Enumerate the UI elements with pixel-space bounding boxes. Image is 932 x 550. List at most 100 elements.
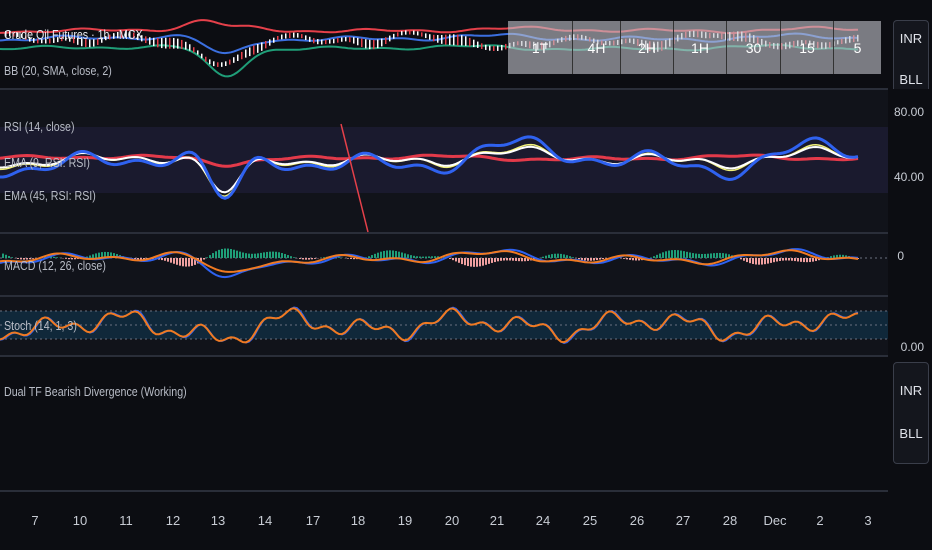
macd-histogram-bar [236, 250, 238, 258]
divergence-legend[interactable]: Dual TF Bearish Divergence (Working) [4, 384, 187, 399]
macd-histogram-bar [590, 258, 592, 261]
time-tick: 19 [397, 513, 413, 528]
macd-histogram-bar [776, 258, 778, 262]
macd-histogram-bar [218, 249, 220, 258]
macd-histogram-bar [374, 253, 376, 258]
candle [477, 41, 479, 48]
macd-histogram-bar [782, 258, 784, 261]
currency-button-bottom[interactable]: INR BLL [893, 362, 929, 464]
macd-histogram-bar [224, 248, 226, 258]
candle [377, 39, 379, 49]
candle [401, 31, 403, 36]
macd-line [0, 248, 859, 279]
macd-histogram-bar [368, 256, 370, 258]
macd-histogram-bar [242, 252, 244, 258]
candle [365, 39, 367, 49]
macd-histogram-bar [791, 258, 793, 261]
candle [249, 47, 251, 57]
macd-histogram-bar [761, 258, 763, 265]
candle [149, 37, 151, 45]
pane-divider[interactable] [0, 490, 932, 492]
bb-legend[interactable]: BB (20, SMA, close, 2) [4, 63, 112, 78]
candle [421, 32, 423, 37]
candle [265, 40, 267, 49]
ema9-legend[interactable]: EMA (9, RSI: RSI) [4, 155, 90, 170]
macd-histogram-bar [179, 258, 181, 266]
macd-histogram-bar [350, 258, 352, 260]
candle [465, 36, 467, 46]
candle [481, 43, 483, 49]
macd-histogram-bar [743, 258, 745, 261]
candle [393, 33, 395, 39]
macd-histogram-bar [314, 258, 316, 259]
macd-histogram-bar [719, 252, 721, 258]
macd-histogram-bar [401, 252, 403, 258]
macd-histogram-bar [698, 253, 700, 258]
macd-histogram-bar [764, 258, 766, 265]
macd-histogram-bar [788, 258, 790, 261]
macd-histogram-bar [392, 250, 394, 258]
candle [261, 42, 263, 51]
macd-histogram-bar [755, 258, 757, 265]
candle [409, 30, 411, 35]
candle [237, 54, 239, 61]
time-tick: 28 [722, 513, 738, 528]
candle [213, 61, 215, 67]
candle [157, 38, 159, 48]
candle [201, 53, 203, 59]
macd-histogram-bar [500, 258, 502, 261]
macd-histogram-bar [431, 256, 433, 258]
macd-histogram-bar [584, 258, 586, 261]
macd-histogram-bar [773, 258, 775, 263]
macd-histogram-bar [806, 258, 808, 263]
macd-histogram-bar [518, 258, 520, 262]
time-tick: 14 [257, 513, 273, 528]
macd-histogram-bar [380, 251, 382, 258]
macd-histogram-bar [185, 258, 187, 267]
macd-histogram-bar [257, 253, 259, 258]
candle [169, 37, 171, 49]
candle [457, 34, 459, 46]
macd-histogram-bar [188, 258, 190, 267]
currency-button-inr[interactable]: INR BLL [893, 20, 929, 89]
candle [329, 39, 331, 44]
symbol-title[interactable]: Crude Oil Futures · 1h · MCX [4, 27, 143, 42]
macd-histogram-bar [512, 258, 514, 261]
macd-histogram-bar [206, 257, 208, 258]
macd-histogram-bar [170, 258, 172, 263]
candle [209, 59, 211, 65]
macd-histogram-bar [689, 252, 691, 258]
candle [337, 38, 339, 43]
macd-histogram-bar [683, 251, 685, 258]
macd-histogram-bar [461, 258, 463, 265]
macd-histogram-bar [491, 258, 493, 263]
macd-histogram-bar [305, 258, 307, 260]
macd-histogram-bar [626, 258, 628, 260]
macd-histogram-bar [488, 258, 490, 264]
macd-legend[interactable]: MACD (12, 26, close) [4, 258, 106, 273]
macd-histogram-bar [635, 258, 637, 261]
macd-histogram-bar [428, 256, 430, 258]
time-tick: 3 [864, 513, 872, 528]
rsi-tick-80: 80.00 [893, 105, 924, 119]
candle [221, 62, 223, 67]
macd-histogram-bar [476, 258, 478, 267]
macd-histogram-bar [779, 258, 781, 261]
candle [241, 51, 243, 60]
macd-histogram-bar [692, 253, 694, 258]
macd-histogram-bar [389, 250, 391, 258]
macd-histogram-bar [395, 250, 397, 258]
macd-histogram-bar [248, 253, 250, 258]
time-tick: 7 [31, 513, 39, 528]
macd-histogram-bar [470, 258, 472, 267]
macd-histogram-bar [479, 258, 481, 267]
candle [373, 39, 375, 50]
candle [301, 34, 303, 39]
ema45-legend[interactable]: EMA (45, RSI: RSI) [4, 188, 96, 203]
stoch-legend[interactable]: Stoch (14, 1, 3) [4, 318, 77, 333]
macd-histogram-bar [566, 255, 568, 258]
macd-histogram-bar [668, 250, 670, 258]
time-tick: 2 [816, 513, 824, 528]
candle [305, 35, 307, 41]
rsi-legend[interactable]: RSI (14, close) [4, 119, 75, 134]
